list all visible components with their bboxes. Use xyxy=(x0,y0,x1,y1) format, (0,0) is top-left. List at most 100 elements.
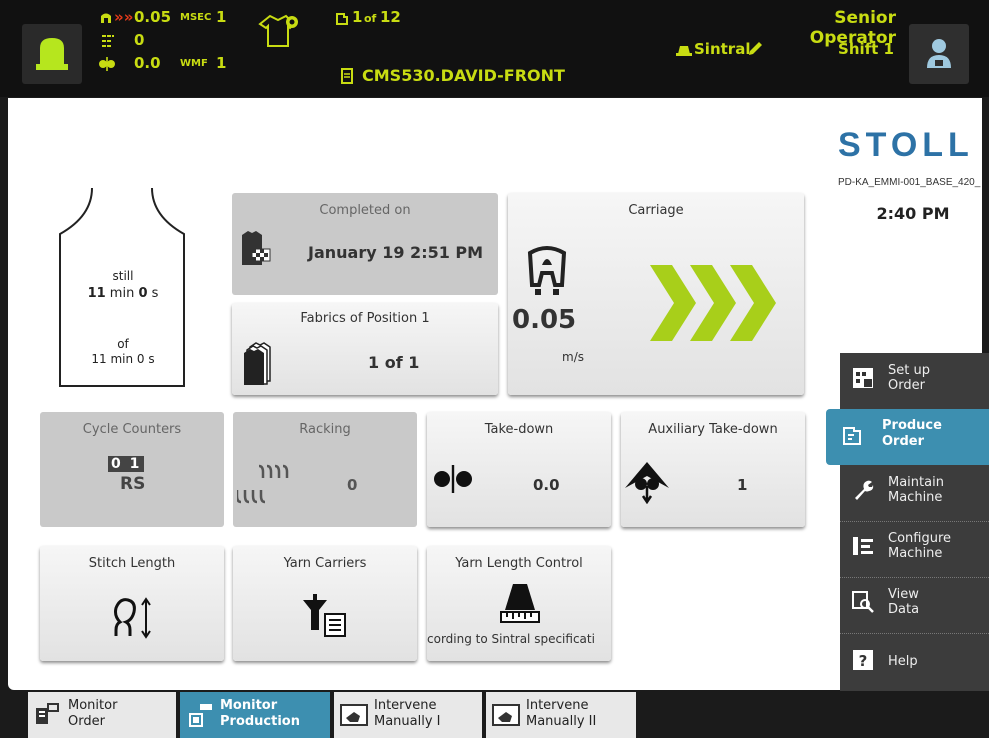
takedown-tile[interactable]: Take-down 0.0 xyxy=(427,412,611,527)
side-item-configure-machine-label: Configure Machine xyxy=(888,531,951,561)
user-icon xyxy=(927,39,951,68)
yarn-carriers-tile[interactable]: Yarn Carriers xyxy=(233,546,417,661)
total-time: 11 min 0 s xyxy=(91,352,155,366)
side-item-configure-machine[interactable]: Configure Machine xyxy=(840,521,989,578)
aux-takedown-value: 1 xyxy=(737,476,748,494)
of-label: of xyxy=(117,337,129,351)
maintain-machine-line1: Maintain xyxy=(888,475,944,490)
cycle-counter-code: 0 1 xyxy=(108,456,145,472)
tab-monitor-order-label: Monitor Order xyxy=(68,698,117,730)
status-header: »» 0.05 MSEC 1 0 0.0 WMF 1 1 of 12 CMS53… xyxy=(0,0,989,97)
signal-lamp-icon xyxy=(36,38,68,70)
side-item-help[interactable]: ? Help xyxy=(840,635,989,691)
shift-label: Shift 1 xyxy=(838,40,894,58)
tab-intervene-manually-1-label: Intervene Manually I xyxy=(374,698,441,730)
monitor-production-icon xyxy=(189,704,212,727)
program-file-icon xyxy=(341,68,353,84)
completed-on-title: Completed on xyxy=(319,203,411,218)
takedown-unit: WMF xyxy=(180,58,208,69)
side-item-help-label: Help xyxy=(888,654,918,669)
speed-value: 0.05 xyxy=(134,8,172,26)
user-login-button[interactable] xyxy=(909,24,969,84)
configure-machine-line2: Machine xyxy=(888,546,943,561)
side-item-produce-order-label: Produce Order xyxy=(882,418,942,450)
view-data-line2: Data xyxy=(888,602,920,617)
side-menu: Set up Order Maintain Machine Configure Mac… xyxy=(840,353,989,691)
wrench-icon xyxy=(855,480,874,500)
monitor-order-line2: Order xyxy=(68,714,105,729)
piece-count-of: of xyxy=(364,12,377,25)
yarn-carrier-icon xyxy=(303,594,346,637)
program-name: CMS530.DAVID-FRONT xyxy=(362,66,565,85)
remaining-minutes: 11 xyxy=(87,286,106,301)
completed-on-tile: Completed on January 19 2:51 PM xyxy=(232,193,498,295)
knitting-machine-icon xyxy=(676,46,692,56)
piece-count-total: 12 xyxy=(380,8,401,26)
racking-title: Racking xyxy=(299,422,351,437)
stitch-length-tile[interactable]: Stitch Length xyxy=(40,546,224,661)
maintain-machine-line2: Machine xyxy=(888,490,943,505)
tab-monitor-production-label: Monitor Production xyxy=(220,698,300,730)
direction-chevrons-icon xyxy=(650,265,776,341)
remaining-seconds-unit: s xyxy=(151,286,159,301)
speed-index: 1 xyxy=(216,8,227,26)
produce-order-line2: Order xyxy=(882,434,924,449)
clock-time: 2:40 PM xyxy=(876,204,950,223)
status-lamp-button[interactable] xyxy=(22,24,82,84)
remaining-minutes-unit: min xyxy=(109,286,135,301)
carriage-speed-value: 0.05 xyxy=(512,305,577,335)
racking-needles-icon xyxy=(237,464,289,504)
setup-order-line1: Set up xyxy=(888,363,930,378)
speed-unit: MSEC xyxy=(180,12,212,23)
side-item-view-data[interactable]: View Data xyxy=(840,577,989,634)
remaining-time: 11 min 0 s xyxy=(58,286,188,301)
monitor-order-line1: Monitor xyxy=(68,698,118,713)
tab-monitor-order[interactable]: Monitor Order xyxy=(28,692,176,738)
fabrics-position-title: Fabrics of Position 1 xyxy=(300,311,430,326)
takedown-index: 1 xyxy=(216,54,227,72)
tab-intervene-manually-1[interactable]: Intervene Manually I xyxy=(334,692,482,738)
cycle-counters-tile: Cycle Counters 0 1 RS xyxy=(40,412,224,527)
monitor-production-line2: Production xyxy=(220,714,300,729)
intervene-manually-2-icon xyxy=(492,704,520,726)
racking-tile: Racking 0 xyxy=(233,412,417,527)
cycle-counter-sub: RS xyxy=(120,474,146,494)
racking-value: 0 xyxy=(134,31,145,49)
carriage-speed-unit: m/s xyxy=(562,350,584,364)
tab-intervene-manually-2[interactable]: Intervene Manually II xyxy=(486,692,636,738)
tab-monitor-production[interactable]: Monitor Production xyxy=(180,692,330,738)
aux-takedown-tile[interactable]: Auxiliary Take-down 1 xyxy=(621,412,805,527)
side-item-produce-order[interactable]: Produce Order xyxy=(826,409,989,465)
yarn-carriers-title: Yarn Carriers xyxy=(283,556,367,571)
stitch-length-icon xyxy=(114,597,151,639)
intervene-manually-icon xyxy=(340,704,368,726)
carriage-tile[interactable]: Carriage 0.05 m/s xyxy=(508,193,804,395)
yarn-length-control-value: cording to Sintral specificati xyxy=(427,632,595,646)
intervene-manually-2-line2: Manually II xyxy=(526,714,597,729)
finished-garment-icon xyxy=(242,231,271,265)
svg-text:?: ? xyxy=(859,652,868,670)
side-item-setup-order[interactable]: Set up Order xyxy=(840,353,989,410)
stitch-length-title: Stitch Length xyxy=(88,556,176,571)
stoll-logo: STOLL xyxy=(838,126,974,164)
takedown-value: 0.0 xyxy=(134,54,161,72)
direction-arrows-icon: »» xyxy=(114,8,134,26)
aux-takedown-icon xyxy=(625,462,669,504)
fabrics-position-tile[interactable]: Fabrics of Position 1 1 of 1 xyxy=(232,303,498,395)
takedown-icon xyxy=(99,57,115,71)
produce-order-line1: Produce xyxy=(882,418,942,433)
remaining-seconds: 0 xyxy=(138,286,148,301)
fabrics-position-value: 1 of 1 xyxy=(368,353,420,372)
monitor-order-icon xyxy=(36,703,59,724)
side-item-maintain-machine-label: Maintain Machine xyxy=(888,475,944,505)
yarn-length-control-tile[interactable]: Yarn Length Control cording to Sintral s… xyxy=(427,546,611,661)
racking-icon xyxy=(102,35,114,47)
side-item-maintain-machine[interactable]: Maintain Machine xyxy=(840,465,989,522)
sintral-label[interactable]: Sintral xyxy=(694,40,750,58)
configure-machine-icon xyxy=(853,537,873,555)
racking-tile-value: 0 xyxy=(347,476,358,494)
view-data-icon xyxy=(852,591,874,613)
takedown-tile-value: 0.0 xyxy=(533,476,560,494)
help-icon: ? xyxy=(853,650,873,670)
monitor-production-line1: Monitor xyxy=(220,698,278,713)
